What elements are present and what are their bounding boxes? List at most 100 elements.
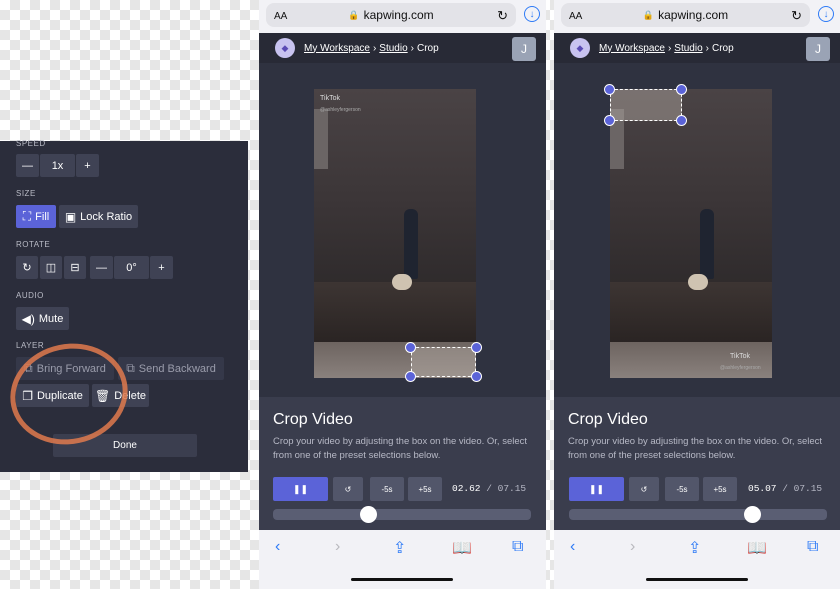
back-5s-button[interactable]: -5s	[370, 477, 404, 501]
forward-icon[interactable]: ›	[630, 538, 635, 556]
url-bar[interactable]: AA 🔒 kapwing.com ↻	[561, 3, 810, 27]
breadcrumb-separator: ›	[667, 42, 672, 54]
video-dog	[688, 274, 708, 290]
phone-screen-2: AA 🔒 kapwing.com ↻ ↓ ◆ My Workspace › St…	[554, 0, 840, 589]
safari-address-bar: AA 🔒 kapwing.com ↻ ↓	[554, 0, 840, 33]
crop-handle-bottom-right[interactable]	[471, 371, 482, 382]
tabs-icon[interactable]: ⧉	[512, 538, 523, 556]
restart-button[interactable]: ↺	[333, 477, 363, 501]
send-backward-button[interactable]: ⧉ Send Backward	[118, 357, 224, 380]
forward-5s-button[interactable]: +5s	[703, 477, 737, 501]
restart-icon: ↺	[640, 484, 648, 494]
rotate-button[interactable]: ↻	[16, 256, 38, 279]
pause-button[interactable]: ❚❚	[569, 477, 624, 501]
timeline-scrubber[interactable]	[273, 509, 531, 520]
restart-icon: ↺	[344, 484, 352, 494]
crop-handle-top-right[interactable]	[471, 342, 482, 353]
video-rug	[610, 342, 772, 378]
back-5s-button[interactable]: -5s	[665, 477, 699, 501]
download-icon[interactable]: ↓	[524, 6, 540, 22]
download-icon[interactable]: ↓	[818, 6, 834, 22]
scrubber-knob[interactable]	[743, 506, 761, 523]
video-preview: TikTok @ashleyfergerson	[610, 89, 772, 378]
kapwing-navbar: ◆ My Workspace › Studio › Crop J	[554, 33, 840, 63]
safari-toolbar: ‹ › ⇪ 📖 ⧉	[554, 530, 840, 589]
breadcrumb-separator: ›	[705, 42, 709, 54]
tiktok-handle: @ashleyfergerson	[720, 365, 761, 371]
share-icon[interactable]: ⇪	[393, 538, 406, 558]
url-bar[interactable]: AA 🔒 kapwing.com ↻	[266, 3, 516, 27]
back-icon[interactable]: ‹	[570, 538, 575, 556]
workspace-logo-icon[interactable]: ◆	[570, 38, 590, 58]
text-size-button[interactable]: AA	[274, 11, 287, 22]
flip-vertical-icon: ⊟	[70, 262, 80, 274]
fill-button[interactable]: ⛶ Fill	[16, 205, 56, 228]
safari-address-bar: AA 🔒 kapwing.com ↻ ↓	[259, 0, 546, 33]
crop-title: Crop Video	[273, 411, 353, 428]
tiktok-watermark: TikTok	[320, 95, 340, 102]
crop-handle-bottom-right[interactable]	[676, 115, 687, 126]
speed-value: 1x	[40, 154, 75, 177]
breadcrumb-workspace[interactable]: My Workspace	[599, 43, 665, 54]
home-indicator	[646, 578, 748, 581]
safari-toolbar: ‹ › ⇪ 📖 ⧉	[259, 530, 546, 589]
timeline-scrubber[interactable]	[569, 509, 827, 520]
time-separator: /	[782, 483, 788, 494]
crop-title: Crop Video	[568, 411, 648, 428]
speed-label: SPEED	[16, 139, 46, 148]
restart-button[interactable]: ↺	[629, 477, 659, 501]
speed-decrease-button[interactable]: —	[16, 154, 39, 177]
video-preview: TikTok @ashleyfergerson	[314, 89, 476, 378]
audio-label: AUDIO	[16, 291, 44, 300]
reload-icon[interactable]: ↻	[497, 8, 508, 24]
forward-icon[interactable]: ›	[335, 538, 340, 556]
crop-handle-bottom-left[interactable]	[405, 371, 416, 382]
back-icon[interactable]: ‹	[275, 538, 280, 556]
scrubber-knob[interactable]	[359, 506, 377, 523]
share-icon[interactable]: ⇪	[688, 538, 701, 558]
rotate-label: ROTATE	[16, 240, 51, 249]
reload-icon[interactable]: ↻	[791, 8, 802, 24]
breadcrumb-separator: ›	[372, 42, 377, 54]
forward-5s-button[interactable]: +5s	[408, 477, 442, 501]
speed-increase-button[interactable]: +	[76, 154, 99, 177]
time-display: 05.07 / 07.15	[748, 483, 822, 494]
url-text: kapwing.com	[363, 8, 434, 22]
crop-box[interactable]	[610, 89, 682, 121]
crop-handle-top-right[interactable]	[676, 84, 687, 95]
breadcrumb-workspace[interactable]: My Workspace	[304, 43, 370, 54]
bookmarks-icon[interactable]: 📖	[452, 538, 472, 558]
pause-icon: ❚❚	[292, 483, 309, 494]
flip-horizontal-button[interactable]: ◫	[40, 256, 62, 279]
tiktok-watermark: TikTok	[730, 353, 750, 360]
send-backward-label: Send Backward	[138, 362, 216, 375]
crop-description: Crop your video by adjusting the box on …	[568, 436, 823, 461]
avatar[interactable]: J	[512, 37, 536, 61]
mute-button[interactable]: ◀) Mute	[16, 307, 69, 330]
rotate-increase-button[interactable]: +	[150, 256, 173, 279]
rotate-decrease-button[interactable]: —	[90, 256, 113, 279]
crop-handle-top-left[interactable]	[604, 84, 615, 95]
tiktok-handle: @ashleyfergerson	[320, 107, 361, 113]
text-size-button[interactable]: AA	[569, 11, 582, 22]
breadcrumb-studio[interactable]: Studio	[379, 43, 407, 54]
layer-label: LAYER	[16, 341, 45, 350]
video-floor	[610, 282, 772, 342]
crop-handle-top-left[interactable]	[405, 342, 416, 353]
breadcrumb-studio[interactable]: Studio	[674, 43, 702, 54]
workspace-logo-icon[interactable]: ◆	[275, 38, 295, 58]
current-time: 05.07	[748, 483, 777, 494]
flip-vertical-button[interactable]: ⊟	[64, 256, 86, 279]
expand-icon: ⛶	[22, 209, 32, 223]
crop-box[interactable]	[411, 347, 476, 377]
avatar[interactable]: J	[806, 37, 830, 61]
crop-handle-bottom-left[interactable]	[604, 115, 615, 126]
total-time: 07.15	[793, 483, 823, 494]
total-time: 07.15	[497, 483, 527, 494]
url-text: kapwing.com	[658, 8, 729, 22]
pause-button[interactable]: ❚❚	[273, 477, 328, 501]
lock-ratio-button[interactable]: ▣ Lock Ratio	[59, 205, 138, 228]
bookmarks-icon[interactable]: 📖	[747, 538, 767, 558]
tabs-icon[interactable]: ⧉	[807, 538, 818, 556]
video-floor	[314, 282, 476, 342]
